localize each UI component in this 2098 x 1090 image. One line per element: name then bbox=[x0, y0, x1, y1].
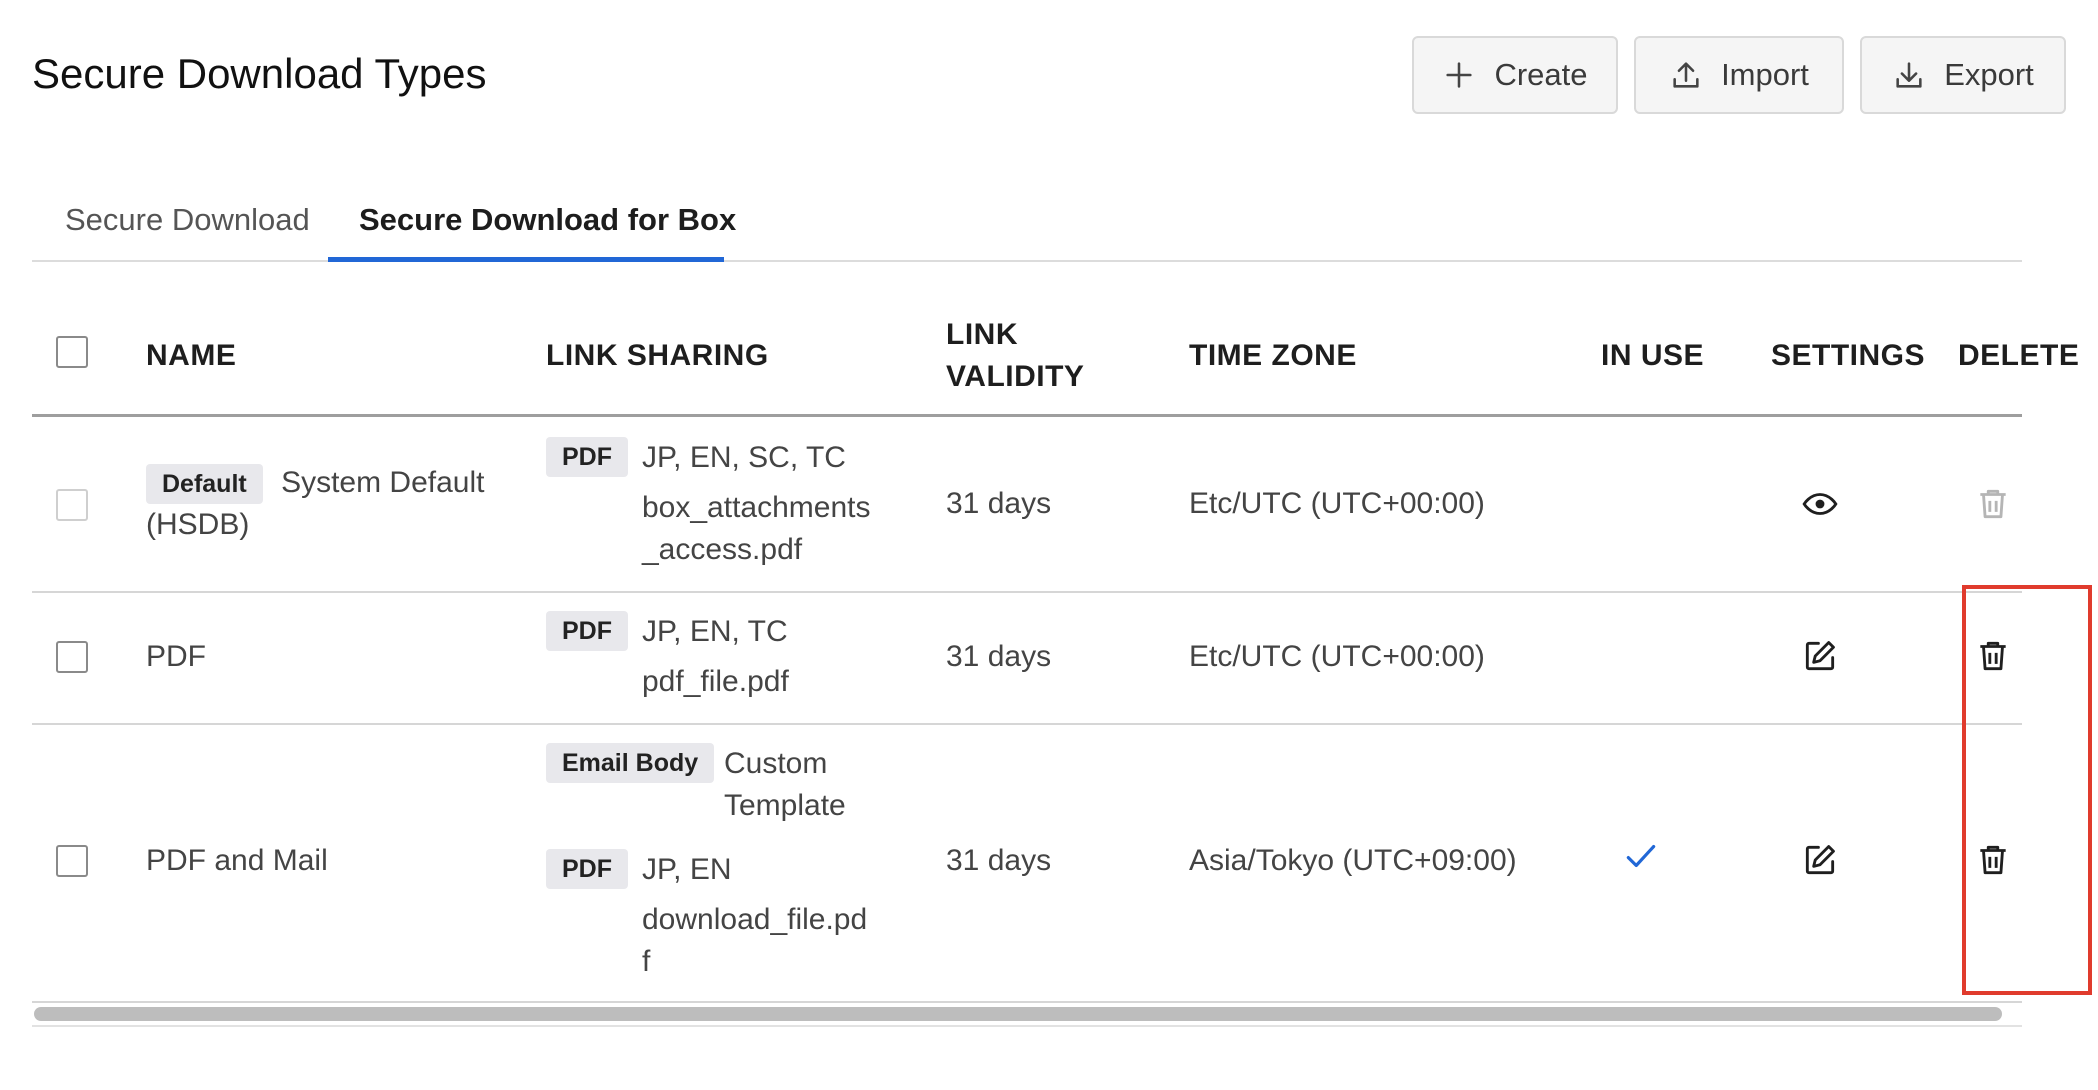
plus-icon bbox=[1446, 62, 1473, 88]
share-languages: JP, EN, SC, TC bbox=[642, 441, 846, 474]
name-cell: PDF and Mail bbox=[146, 844, 328, 877]
link-validity-cell: 31 days bbox=[946, 487, 1052, 520]
export-button-label: Export bbox=[1944, 57, 2034, 92]
link-validity-cell: 31 days bbox=[946, 844, 1052, 877]
row-name-line1: System Default bbox=[281, 466, 485, 499]
import-button-label: Import bbox=[1721, 57, 1809, 92]
share-type-tag: PDF bbox=[546, 611, 628, 651]
active-tab-indicator bbox=[328, 257, 724, 262]
header-link-validity-line2: VALIDITY bbox=[946, 360, 1085, 393]
row-checkbox[interactable] bbox=[56, 641, 88, 673]
header-delete: DELETE bbox=[1958, 339, 2080, 372]
header-link-validity: LINK VALIDITY bbox=[946, 314, 1084, 398]
mail-value-line1: Custom bbox=[724, 747, 828, 780]
table-row: PDF PDF JP, EN, TC pdf_file.pdf 31 days … bbox=[32, 591, 2022, 725]
edit-icon[interactable] bbox=[1801, 841, 1839, 879]
default-badge: Default bbox=[146, 464, 263, 504]
share-file-line1: box_attachments bbox=[642, 491, 871, 524]
export-button[interactable]: Export bbox=[1860, 36, 2066, 114]
share-file: pdf_file.pdf bbox=[642, 665, 789, 698]
share-type-tag: PDF bbox=[546, 849, 628, 889]
link-validity-cell: 31 days bbox=[946, 640, 1052, 673]
create-button-label: Create bbox=[1494, 57, 1588, 92]
name-cell: Default System Default (HSDB) bbox=[146, 462, 526, 546]
time-zone-cell: Etc/UTC (UTC+00:00) bbox=[1189, 640, 1485, 673]
horizontal-scrollbar[interactable] bbox=[32, 1003, 2022, 1027]
time-zone-cell: Asia/Tokyo (UTC+09:00) bbox=[1189, 844, 1517, 877]
tab-secure-download-for-box[interactable]: Secure Download for Box bbox=[359, 202, 736, 238]
table-row: PDF and Mail Email Body Custom Template … bbox=[32, 723, 2022, 1003]
edit-icon[interactable] bbox=[1801, 637, 1839, 675]
share-file-line2: f bbox=[642, 945, 651, 978]
eye-icon[interactable] bbox=[1801, 485, 1839, 523]
mail-type-tag: Email Body bbox=[546, 743, 715, 783]
name-cell: PDF bbox=[146, 640, 206, 673]
header-time-zone: TIME ZONE bbox=[1189, 339, 1357, 372]
create-button[interactable]: Create bbox=[1412, 36, 1618, 114]
header-link-validity-line1: LINK bbox=[946, 318, 1018, 351]
header-settings: SETTINGS bbox=[1771, 339, 1926, 372]
select-all-checkbox[interactable] bbox=[56, 336, 88, 368]
link-sharing-cell: PDF JP, EN, SC, TC box_attachments _acce… bbox=[546, 437, 906, 571]
mail-value-line2: Template bbox=[724, 789, 846, 822]
row-name-line2: (HSDB) bbox=[146, 508, 250, 541]
download-icon bbox=[1896, 62, 1922, 88]
link-sharing-cell: Email Body Custom Template PDF JP, EN do… bbox=[546, 743, 906, 983]
delete-column-highlight bbox=[1962, 585, 2092, 995]
page-title: Secure Download Types bbox=[32, 50, 487, 97]
row-checkbox bbox=[56, 489, 88, 521]
trash-icon bbox=[1980, 489, 2006, 519]
link-sharing-cell: PDF JP, EN, TC pdf_file.pdf bbox=[546, 611, 906, 703]
share-file-line2: _access.pdf bbox=[642, 533, 803, 566]
upload-icon bbox=[1673, 62, 1699, 88]
import-button[interactable]: Import bbox=[1634, 36, 1844, 114]
table-row: Default System Default (HSDB) PDF JP, EN… bbox=[32, 417, 2022, 593]
row-checkbox[interactable] bbox=[56, 845, 88, 877]
header-link-sharing: LINK SHARING bbox=[546, 339, 769, 372]
tab-secure-download[interactable]: Secure Download bbox=[65, 202, 310, 238]
scrollbar-thumb[interactable] bbox=[34, 1007, 2002, 1021]
share-file-line1: download_file.pd bbox=[642, 903, 868, 936]
time-zone-cell: Etc/UTC (UTC+00:00) bbox=[1189, 487, 1485, 520]
header-name: NAME bbox=[146, 339, 237, 372]
header-in-use: IN USE bbox=[1601, 339, 1705, 372]
share-languages: JP, EN, TC bbox=[642, 615, 788, 648]
tab-bar: Secure Download Secure Download for Box bbox=[32, 190, 2022, 262]
table-header: NAME LINK SHARING LINK VALIDITY TIME ZON… bbox=[32, 300, 2079, 417]
share-languages: JP, EN bbox=[642, 853, 732, 886]
share-type-tag: PDF bbox=[546, 437, 628, 477]
checkmark-icon bbox=[1626, 844, 1656, 868]
